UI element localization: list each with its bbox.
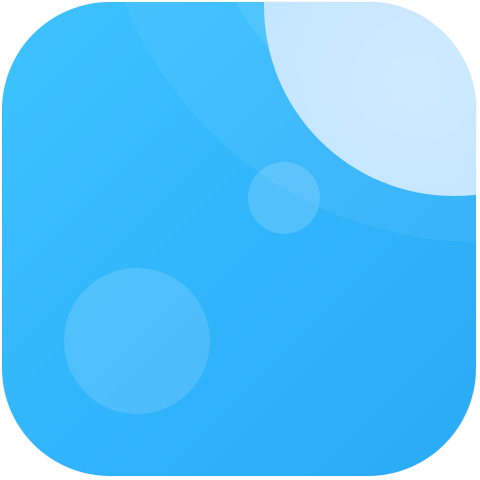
- weather-app-icon[interactable]: [2, 2, 476, 476]
- icon-canvas: [0, 0, 480, 480]
- small-bubble-shape: [248, 162, 320, 234]
- large-bubble-shape: [64, 268, 210, 414]
